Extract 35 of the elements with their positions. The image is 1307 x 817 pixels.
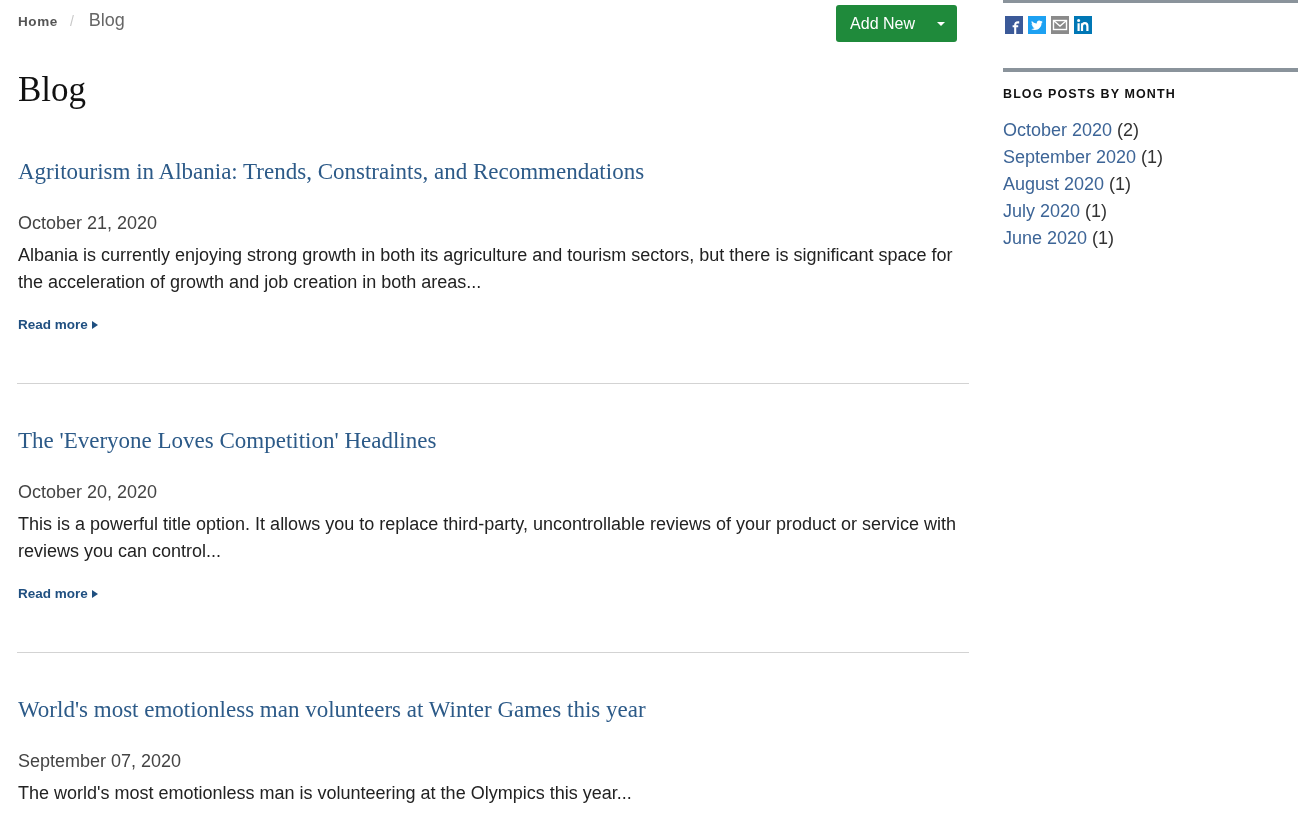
triangle-right-icon (91, 590, 98, 598)
post-title-link[interactable]: Agritourism in Albania: Trends, Constraints, and Recommendations (18, 157, 645, 187)
facebook-icon[interactable] (1005, 16, 1023, 34)
caret-icon (937, 21, 945, 26)
month-link[interactable]: August 2020 (1003, 171, 1105, 198)
post-excerpt: This is a powerful title option. It allows you to replace third-party, uncontrollable reviews of your product or service with reviews you can control... (18, 513, 958, 563)
post-date: September 07, 2020 (18, 750, 182, 773)
post-count: (1) (1085, 200, 1108, 223)
dropdown-toggle-button[interactable] (925, 5, 957, 42)
read-more-link[interactable]: Read more (18, 316, 98, 334)
post-count: (2) (1117, 119, 1140, 142)
page-title: Blog (18, 70, 87, 110)
post-date: October 21, 2020 (18, 212, 158, 235)
breadcrumb-link[interactable]: Home (18, 10, 58, 34)
post-count: (1) (1109, 173, 1132, 196)
month-link[interactable]: September 2020 (1003, 144, 1137, 171)
post-title-link[interactable]: The 'Everyone Loves Competition' Headlines (18, 426, 437, 456)
month-link[interactable]: June 2020 (1003, 225, 1088, 252)
breadcrumb-separator: / (69, 12, 74, 31)
post-date: October 20, 2020 (18, 481, 158, 504)
post-title-link[interactable]: World's most emotionless man volunteers at Winter Games this year (18, 695, 646, 725)
triangle-right-icon (91, 321, 98, 329)
month-link[interactable]: October 2020 (1003, 117, 1113, 144)
add-new-button[interactable]: Add New (836, 5, 925, 42)
post-count: (1) (1141, 146, 1164, 169)
post-excerpt: The world's most emotionless man is volunteering at the Olympics this year... (18, 782, 633, 805)
archive-heading: BLOG POSTS BY MONTH (1003, 86, 1176, 102)
post-count: (1) (1092, 227, 1115, 250)
post-excerpt: Albania is currently enjoying strong growth in both its agriculture and tourism sectors, but there is significant space for the acceleration of growth and job creation in both areas... (18, 244, 954, 294)
twitter-icon[interactable] (1028, 16, 1046, 34)
read-more-link[interactable]: Read more (18, 585, 98, 603)
linkedin-icon[interactable] (1074, 16, 1092, 34)
breadcrumb-current: Blog (88, 9, 125, 32)
month-link[interactable]: July 2020 (1003, 198, 1081, 225)
envelope-icon[interactable] (1051, 16, 1069, 34)
